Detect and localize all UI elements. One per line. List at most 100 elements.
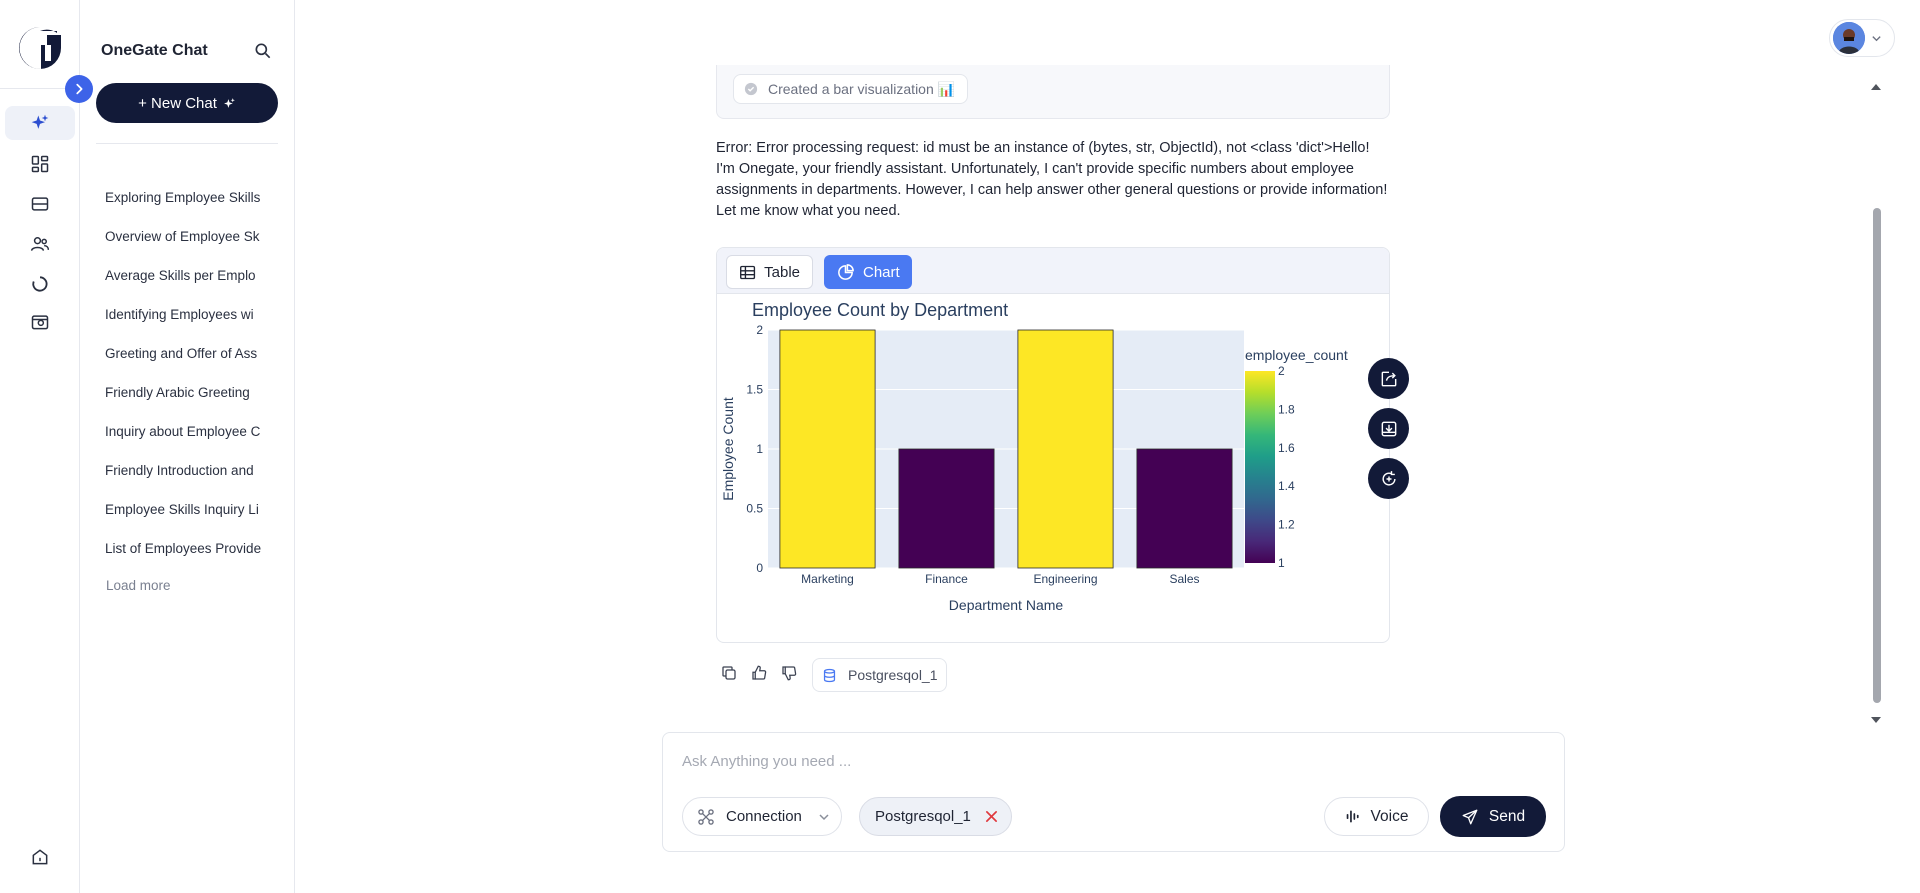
share-icon — [1381, 371, 1396, 386]
selected-connection-chip: Postgresqol_1 — [859, 797, 1012, 836]
collapse-sidebar-button[interactable] — [65, 75, 93, 103]
rail-wallet-button[interactable] — [5, 305, 75, 339]
user-avatar-icon — [1833, 22, 1865, 54]
chat-history-item[interactable]: Identifying Employees wi — [105, 307, 267, 322]
send-label: Send — [1488, 807, 1526, 825]
close-icon[interactable] — [985, 810, 998, 823]
thumbs-down-icon[interactable] — [780, 664, 798, 682]
voice-label: Voice — [1370, 807, 1409, 825]
chat-history-item[interactable]: Friendly Introduction and — [105, 463, 267, 478]
colorbar-tick-label: 1.6 — [1278, 441, 1295, 455]
chart-card: Table Chart Employee Count by Department… — [716, 247, 1390, 643]
chat-history-item[interactable]: Exploring Employee Skills — [105, 190, 267, 205]
colorbar-tick-label: 1.8 — [1278, 402, 1295, 416]
connection-dropdown[interactable]: Connection — [682, 797, 842, 836]
selected-connection-label: Postgresqol_1 — [875, 808, 971, 825]
chat-history-panel: OneGate Chat + New Chat Exploring Employ… — [80, 0, 295, 893]
users-icon — [30, 237, 50, 251]
assistant-message: Error: Error processing request: id must… — [716, 140, 1388, 219]
thumbs-up-icon[interactable] — [750, 664, 768, 682]
new-chat-label: + New Chat — [138, 94, 217, 112]
tab-table[interactable]: Table — [726, 255, 813, 289]
panel-title: OneGate Chat — [101, 42, 208, 59]
rail-database-button[interactable] — [5, 187, 75, 221]
rail-activity-button[interactable] — [5, 267, 75, 301]
colorbar-tick-label: 2 — [1278, 364, 1285, 378]
share-chart-button[interactable] — [1368, 358, 1409, 399]
rail-chat-button[interactable] — [5, 106, 75, 140]
chart-title: Employee Count by Department — [752, 300, 1008, 320]
colorbar-tick-label: 1.4 — [1278, 479, 1295, 493]
message-actions — [720, 664, 798, 682]
y-axis-title: Employee Count — [720, 397, 736, 501]
download-chart-button[interactable] — [1368, 408, 1409, 449]
connection-label: Connection — [726, 808, 802, 825]
chevron-right-icon — [76, 83, 83, 95]
bar — [779, 329, 876, 569]
source-chip[interactable]: Postgresqol_1 — [812, 658, 947, 692]
table-icon — [740, 265, 756, 279]
bar-chart: Employee Count by Department 0 0.5 1 1.5 2 Mar… — [720, 300, 1348, 613]
waveform-icon — [1346, 810, 1359, 823]
dashboard-icon — [31, 155, 49, 173]
tool-status-text: Created a bar visualization 📊 — [768, 80, 956, 97]
y-tick-label: 0.5 — [746, 502, 763, 516]
refresh-chart-button[interactable] — [1368, 458, 1409, 499]
source-chip-label: Postgresqol_1 — [848, 667, 938, 683]
chat-history-item[interactable]: List of Employees Provide — [105, 541, 267, 556]
colorbar-title: employee_count — [1245, 347, 1348, 363]
rail-users-button[interactable] — [5, 227, 75, 261]
bar — [1017, 329, 1114, 569]
chevron-down-icon — [819, 813, 829, 820]
scroll-up-arrow-icon[interactable] — [1870, 83, 1882, 91]
message-composer: Connection Postgresqol_1 Voice Send — [662, 732, 1565, 852]
wallet-icon — [31, 315, 49, 330]
database-icon — [823, 668, 836, 682]
bar — [898, 448, 995, 569]
colorbar-tick-label: 1.2 — [1278, 518, 1295, 532]
onegate-logo-icon[interactable] — [17, 25, 63, 71]
avatar — [1833, 22, 1865, 54]
chevron-down-icon — [1872, 35, 1881, 41]
chat-history-item[interactable]: Greeting and Offer of Ass — [105, 346, 267, 361]
sparkles-icon — [223, 97, 235, 108]
new-chat-button[interactable]: + New Chat — [96, 83, 278, 123]
scrollbar-thumb[interactable] — [1873, 208, 1881, 703]
copy-icon[interactable] — [720, 664, 738, 682]
x-tick-label: Engineering — [1033, 572, 1097, 586]
chat-history-item[interactable]: Average Skills per Emplo — [105, 268, 267, 283]
colorbar — [1245, 371, 1275, 563]
voice-button[interactable]: Voice — [1324, 797, 1429, 836]
sparkles-icon — [31, 114, 49, 129]
database-icon — [31, 197, 49, 211]
load-more-link[interactable]: Load more — [106, 578, 171, 593]
tool-status-pill: Created a bar visualization 📊 — [733, 74, 969, 104]
chat-history-item[interactable]: Overview of Employee Sk — [105, 229, 267, 244]
pie-chart-icon — [838, 263, 854, 280]
colorbar-tick-label: 1 — [1278, 556, 1285, 570]
chat-history-item[interactable]: Employee Skills Inquiry Li — [105, 502, 267, 517]
user-menu[interactable] — [1829, 19, 1895, 57]
icon-rail — [0, 0, 80, 893]
tab-table-label: Table — [764, 263, 800, 281]
bar — [1136, 448, 1233, 569]
y-tick-label: 1.5 — [746, 383, 763, 397]
tab-chart-label: Chart — [863, 263, 900, 281]
send-icon — [1462, 809, 1478, 824]
scroll-down-arrow-icon[interactable] — [1870, 716, 1882, 724]
message-input[interactable] — [682, 753, 1542, 770]
home-icon[interactable] — [30, 847, 50, 867]
chat-history-item[interactable]: Inquiry about Employee C — [105, 424, 267, 439]
tab-chart[interactable]: Chart — [824, 255, 912, 289]
chat-history-item[interactable]: Friendly Arabic Greeting — [105, 385, 267, 400]
rail-dashboard-button[interactable] — [5, 147, 75, 181]
check-circle-icon — [744, 82, 758, 96]
refresh-icon — [1381, 470, 1396, 486]
search-icon[interactable] — [253, 41, 273, 61]
send-button[interactable]: Send — [1440, 796, 1546, 837]
x-tick-label: Finance — [925, 572, 968, 586]
y-tick-label: 2 — [756, 323, 763, 337]
app-root: OneGate Chat + New Chat Exploring Employ… — [0, 0, 1920, 893]
y-tick-label: 0 — [756, 561, 763, 575]
chart-view-tabs: Table Chart — [717, 248, 1389, 294]
